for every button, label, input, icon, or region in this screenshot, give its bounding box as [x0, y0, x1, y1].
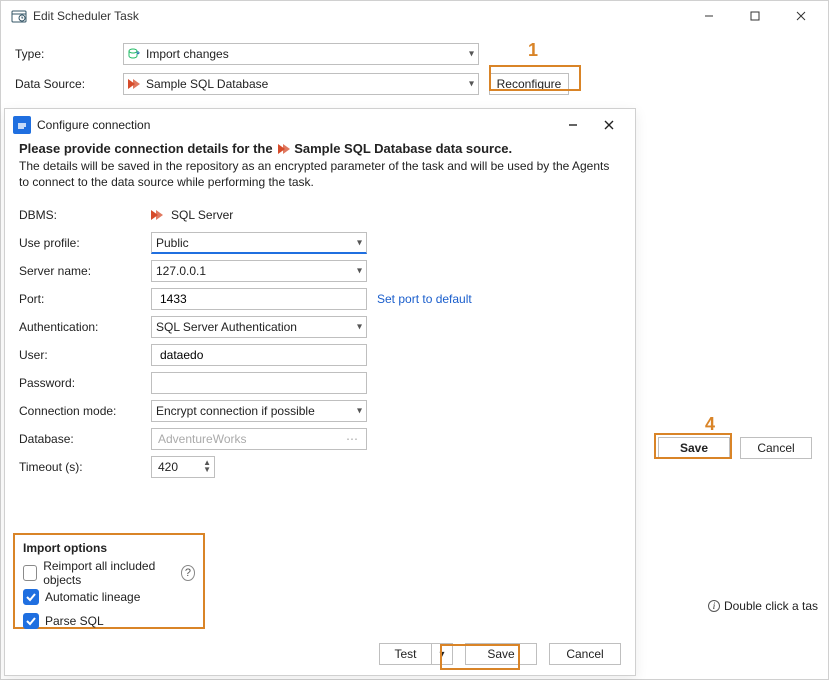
- type-select[interactable]: Import changes ▾: [123, 43, 479, 65]
- type-label: Type:: [15, 47, 123, 61]
- auth-label: Authentication:: [19, 320, 151, 334]
- import-icon: [128, 47, 142, 61]
- server-label: Server name:: [19, 264, 151, 278]
- type-value: Import changes: [146, 47, 229, 61]
- connection-form: DBMS: SQL Server Use profile: Public▾ Se…: [5, 190, 635, 480]
- callout-4-box: [654, 433, 732, 459]
- outer-title: Edit Scheduler Task: [33, 9, 139, 23]
- connmode-label: Connection mode:: [19, 404, 151, 418]
- callout-4: 4: [705, 414, 715, 435]
- password-input[interactable]: [151, 372, 367, 394]
- stepper-icon[interactable]: ▲▼: [203, 459, 211, 473]
- inner-cancel-button[interactable]: Cancel: [549, 643, 621, 665]
- datasource-select[interactable]: Sample SQL Database ▾: [123, 73, 479, 95]
- callout-1-box: [489, 65, 581, 91]
- database-label: Database:: [19, 432, 151, 446]
- outer-maximize-button[interactable]: [732, 1, 778, 31]
- reimport-checkbox[interactable]: [23, 565, 37, 581]
- ellipsis-icon: ⋯: [346, 432, 360, 446]
- test-button[interactable]: Test: [379, 643, 431, 665]
- set-port-default-link[interactable]: Set port to default: [377, 292, 472, 306]
- chevron-down-icon: ▾: [469, 79, 474, 90]
- footer-hint: i Double click a tas: [708, 599, 818, 613]
- inner-subtext: The details will be saved in the reposit…: [19, 158, 621, 190]
- outer-cancel-button[interactable]: Cancel: [740, 437, 812, 459]
- chevron-down-icon: ▾: [357, 237, 362, 248]
- inner-close-button[interactable]: [591, 111, 627, 139]
- password-label: Password:: [19, 376, 151, 390]
- lineage-label: Automatic lineage: [45, 590, 140, 604]
- inner-title: Configure connection: [37, 118, 150, 132]
- scheduler-icon: [11, 8, 27, 24]
- lineage-checkbox[interactable]: [23, 589, 39, 605]
- import-options-heading: Import options: [23, 541, 195, 555]
- inner-titlebar: Configure connection: [5, 109, 635, 141]
- configure-connection-dialog: Configure connection Please provide conn…: [4, 108, 636, 676]
- dbms-value: SQL Server: [171, 208, 233, 222]
- dbms-label: DBMS:: [19, 208, 151, 222]
- parse-sql-checkbox[interactable]: [23, 613, 39, 629]
- outer-minimize-button[interactable]: [686, 1, 732, 31]
- datasource-label: Data Source:: [15, 77, 123, 91]
- user-label: User:: [19, 348, 151, 362]
- inner-minimize-button[interactable]: [555, 111, 591, 139]
- sqlserver-icon: [151, 210, 165, 220]
- chevron-down-icon: ▾: [469, 49, 474, 60]
- profile-select[interactable]: Public▾: [151, 232, 367, 254]
- datasource-icon: [128, 77, 142, 91]
- port-label: Port:: [19, 292, 151, 306]
- timeout-input[interactable]: 420 ▲▼: [151, 456, 215, 478]
- outer-close-button[interactable]: [778, 1, 824, 31]
- inner-button-row: Test ▾ Save Cancel: [5, 643, 635, 665]
- user-input[interactable]: [151, 344, 367, 366]
- profile-label: Use profile:: [19, 236, 151, 250]
- server-select[interactable]: 127.0.0.1▾: [151, 260, 367, 282]
- port-input[interactable]: [151, 288, 367, 310]
- chevron-down-icon: ▾: [357, 266, 362, 277]
- inner-headline: Please provide connection details for th…: [19, 141, 621, 156]
- datasource-value: Sample SQL Database: [146, 77, 268, 91]
- connmode-select[interactable]: Encrypt connection if possible▾: [151, 400, 367, 422]
- reimport-label: Reimport all included objects: [43, 559, 177, 587]
- database-input: AdventureWorks ⋯: [151, 428, 367, 450]
- timeout-label: Timeout (s):: [19, 460, 151, 474]
- callout-3-box: [440, 644, 520, 670]
- chevron-down-icon: ▾: [357, 322, 362, 333]
- info-icon: i: [708, 600, 720, 612]
- auth-select[interactable]: SQL Server Authentication▾: [151, 316, 367, 338]
- document-icon: [13, 116, 31, 134]
- help-icon[interactable]: ?: [181, 565, 195, 581]
- outer-titlebar: Edit Scheduler Task: [1, 1, 828, 31]
- brand-flag-icon: [278, 144, 292, 154]
- import-options-section: Import options Reimport all included obj…: [13, 533, 205, 629]
- callout-1: 1: [528, 40, 538, 61]
- chevron-down-icon: ▾: [357, 406, 362, 417]
- parse-sql-label: Parse SQL: [45, 614, 104, 628]
